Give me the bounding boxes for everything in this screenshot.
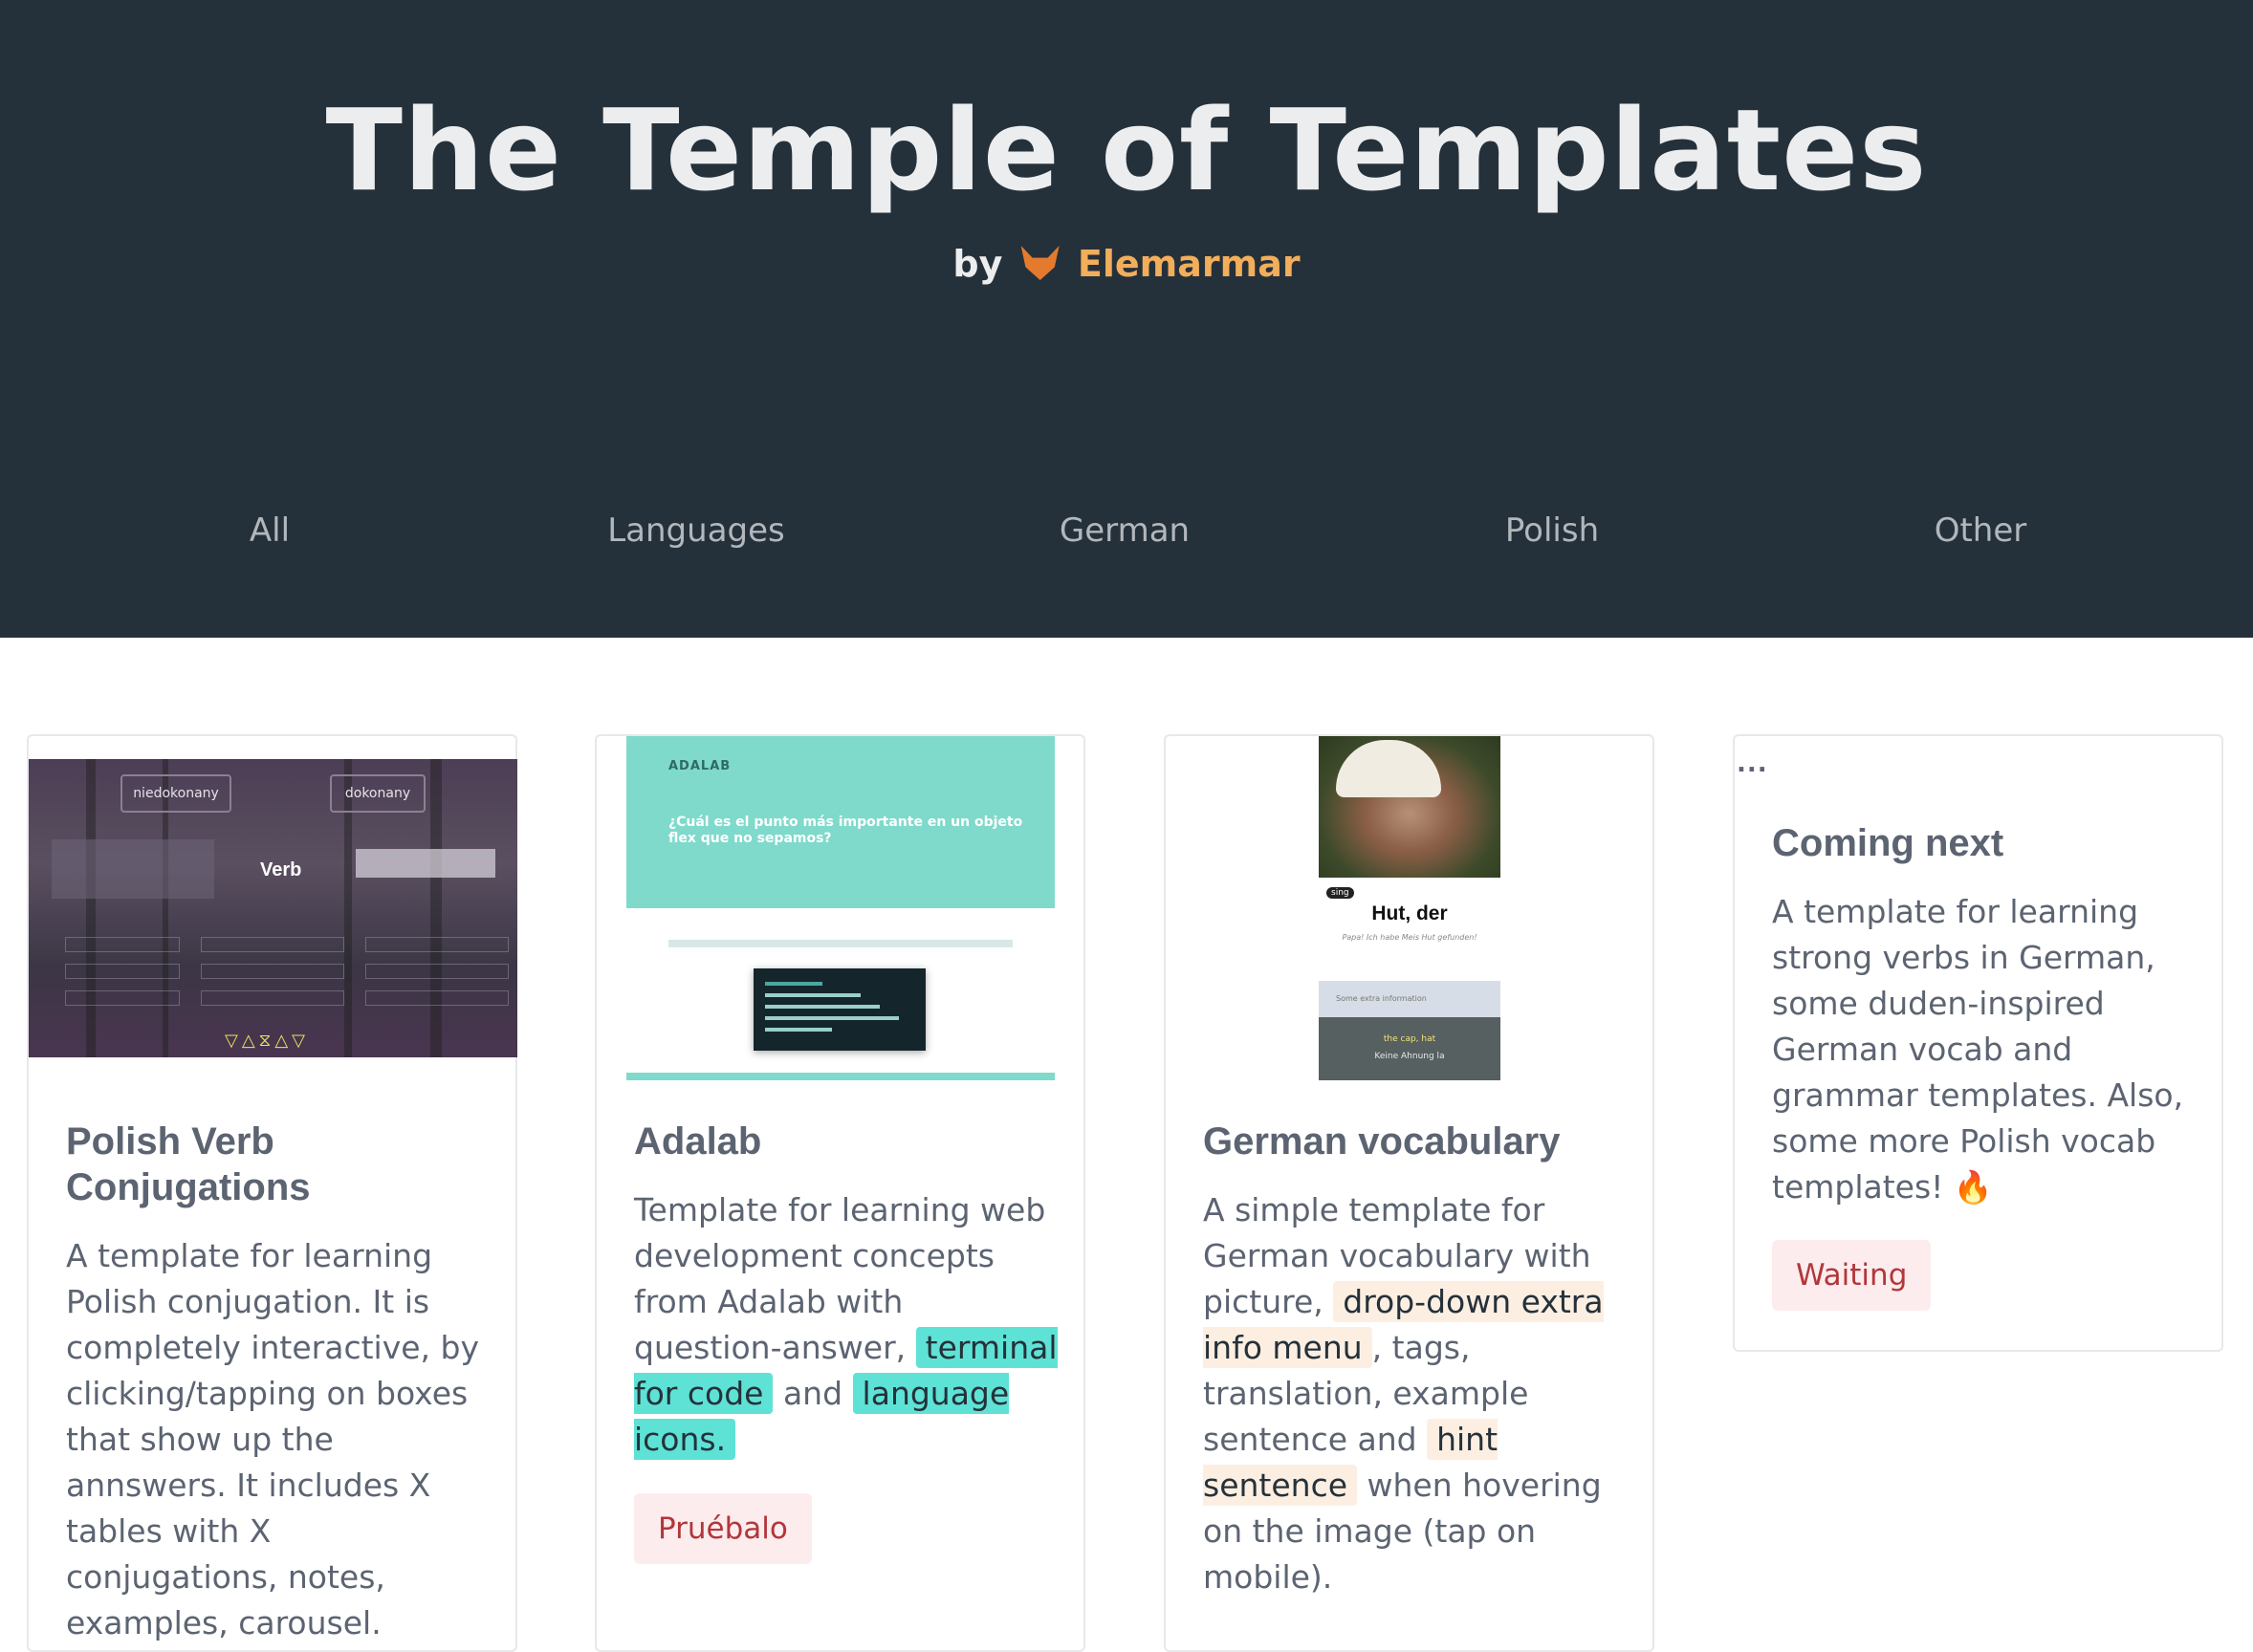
preview-extra-info: Some extra information [1319,981,1500,1017]
terminal-icon [754,968,926,1051]
adalab-logo: ADALAB [668,759,732,773]
template-card-german[interactable]: sing Hut, der Papa! Ich habe Meis Hut ge… [1164,734,1654,1652]
preview-word: Hut, der [1371,902,1448,924]
preview-hint: Keine Ahnung la [1374,1052,1445,1061]
preview-translation-box: the cap, hat Keine Ahnung la [1319,1017,1500,1080]
preview-glyphs: ▽△⧖△▽ [225,1031,310,1051]
card-title: Adalab [634,1120,762,1163]
try-it-button[interactable]: Pruébalo [634,1493,812,1564]
preview-tag: sing [1326,887,1354,899]
author-name[interactable]: Elemarmar [1078,243,1301,285]
template-card-coming-next: ... Coming next A template for learning … [1733,734,2223,1352]
site-header: The Temple of Templates by Elemarmar All… [0,0,2253,638]
adalab-preview-image: ADALAB ¿Cuál es el punto más importante … [626,736,1055,908]
card-title: Coming next [1772,822,2004,864]
german-preview-photo [1319,736,1500,878]
card-description: A template for learning Polish conjugati… [66,1237,479,1641]
site-title: The Temple of Templates [325,84,1928,216]
more-icon: ... [1737,750,1768,778]
adalab-preview-terminal [626,908,1055,1080]
byline-prefix: by [952,243,1003,285]
german-preview-card: sing Hut, der Papa! Ich habe Meis Hut ge… [1319,878,1500,1080]
preview-tag-right: dokonany [330,774,426,813]
card-description: Template for learning web development co… [634,1187,1060,1463]
card-title: Polish Verb Conjugations [66,1120,311,1208]
category-nav: All Languages German Polish Other [0,511,2253,569]
preview-tag-left: niedokonany [120,774,231,813]
nav-item-all[interactable]: All [126,511,413,550]
status-badge: Waiting [1772,1240,1932,1311]
nav-item-german[interactable]: German [981,511,1268,550]
preview-verb-label: Verb [260,859,302,880]
nav-item-languages[interactable]: Languages [553,511,840,550]
nav-item-polish[interactable]: Polish [1409,511,1695,550]
template-card-adalab[interactable]: ADALAB ¿Cuál es el punto más importante … [595,734,1085,1652]
description-text: and [782,1375,843,1412]
fox-icon [1020,246,1060,280]
preview-sentence: Papa! Ich habe Meis Hut gefunden! [1342,933,1477,942]
polish-preview-image: niedokonany dokonany Verb ▽△⧖△▽ [29,759,517,1057]
card-description: A simple template for German vocabulary … [1203,1187,1629,1600]
byline: by Elemarmar [0,243,2253,285]
card-description: A template for learning strong verbs in … [1772,893,2184,1206]
nav-item-other[interactable]: Other [1837,511,2124,550]
preview-translation: the cap, hat [1383,1034,1436,1044]
template-card-polish[interactable]: niedokonany dokonany Verb ▽△⧖△▽ Polish V… [27,734,517,1652]
card-title: German vocabulary [1203,1120,1561,1163]
adalab-preview-question: ¿Cuál es el punto más importante en un o… [668,815,1023,846]
